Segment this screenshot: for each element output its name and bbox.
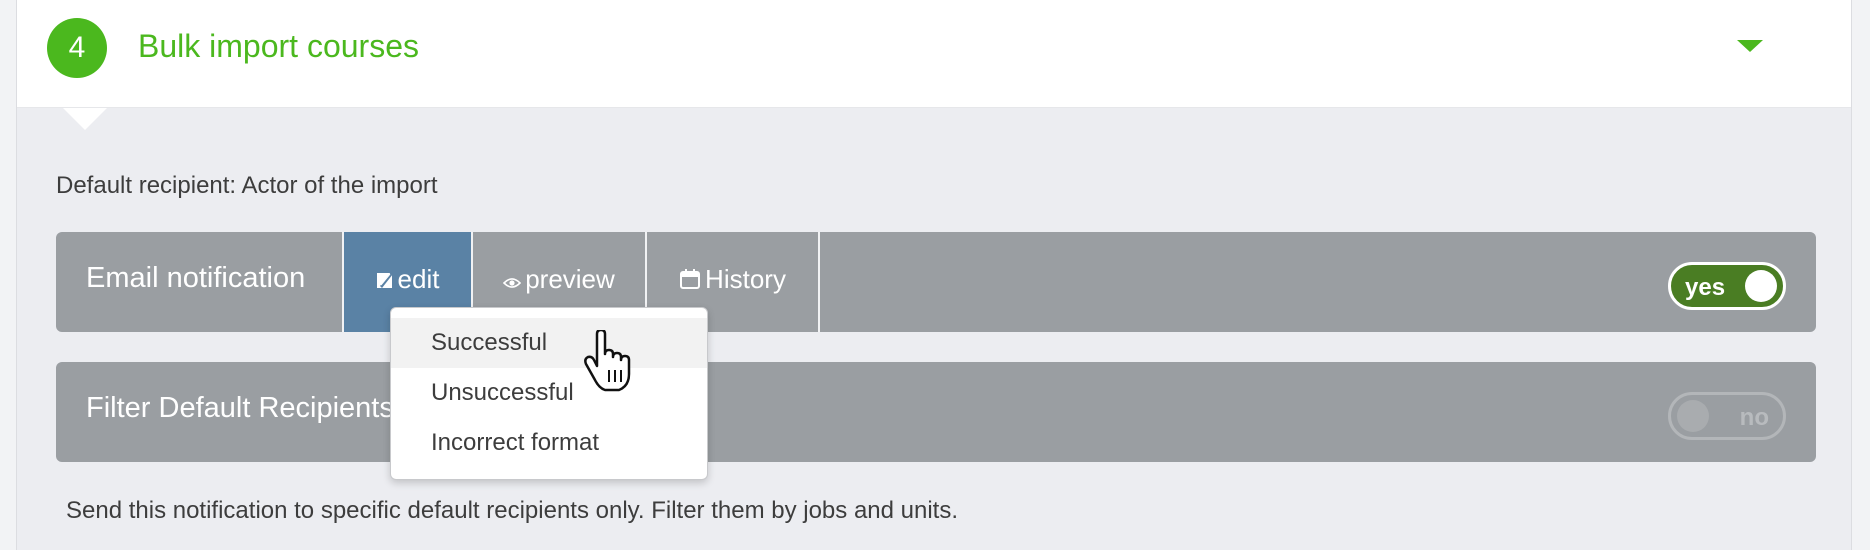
email-notification-toggle[interactable]: yes [1668,262,1786,310]
filter-default-recipients-toggle[interactable]: no [1668,392,1786,440]
tab-edit-label: edit [397,264,440,294]
header-pointer-notch [63,108,107,130]
chevron-down-icon[interactable] [1737,40,1763,52]
edit-template-dropdown: Successful Unsuccessful Incorrect format [390,307,708,480]
dropdown-item-successful[interactable]: Successful [391,318,707,368]
bulk-import-panel: 4 Bulk import courses Default recipient:… [16,0,1852,550]
tab-divider [818,232,820,332]
toggle-knob [1677,400,1709,432]
section-header[interactable]: 4 Bulk import courses [17,0,1851,108]
tab-preview-label: preview [525,264,615,294]
dropdown-item-incorrect-format[interactable]: Incorrect format [391,418,707,468]
hand-pointer-icon [584,330,631,392]
toggle-yes-label: yes [1685,274,1726,301]
tab-history-label: History [705,264,786,294]
section-title: Bulk import courses [138,28,419,64]
step-number-badge: 4 [47,18,107,78]
default-recipient-text: Default recipient: Actor of the import [56,172,438,199]
dropdown-item-unsuccessful[interactable]: Unsuccessful [391,368,707,418]
filter-description: Send this notification to specific defau… [66,497,959,524]
toggle-no-label: no [1739,404,1769,431]
filter-default-recipients-label: Filter Default Recipients [86,392,394,424]
filter-default-recipients-bar: Filter Default Recipients no [56,362,1816,462]
toggle-knob [1745,270,1777,302]
email-notification-label: Email notification [86,262,306,294]
email-notification-bar: Email notification edit preview History … [56,232,1816,332]
